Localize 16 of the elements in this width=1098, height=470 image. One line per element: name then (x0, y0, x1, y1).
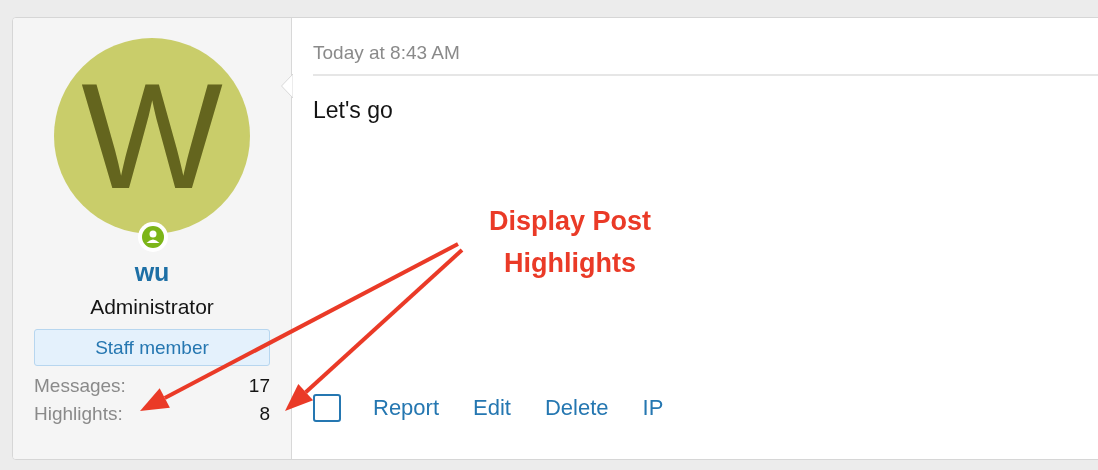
post-timestamp: Today at 8:43 AM (313, 42, 1098, 76)
stat-label: Highlights: (34, 403, 123, 425)
post-action-link[interactable]: Delete (544, 395, 609, 421)
staff-banner: Staff member (34, 329, 270, 366)
post-action-link[interactable]: IP (642, 395, 664, 421)
avatar[interactable]: W (54, 38, 250, 234)
stat-label: Messages: (34, 375, 126, 397)
annotation-text: Display Post Highlights (487, 205, 653, 280)
post-body: Let's go (313, 97, 393, 124)
username-link[interactable]: wu (134, 258, 170, 287)
post-action-link[interactable]: Report (373, 395, 440, 421)
stat-value: 17 (248, 375, 270, 397)
post-action-link[interactable]: Edit (473, 395, 511, 421)
select-checkbox[interactable] (313, 394, 341, 422)
stat-value: 8 (259, 403, 270, 425)
user-title: Administrator (90, 295, 214, 319)
